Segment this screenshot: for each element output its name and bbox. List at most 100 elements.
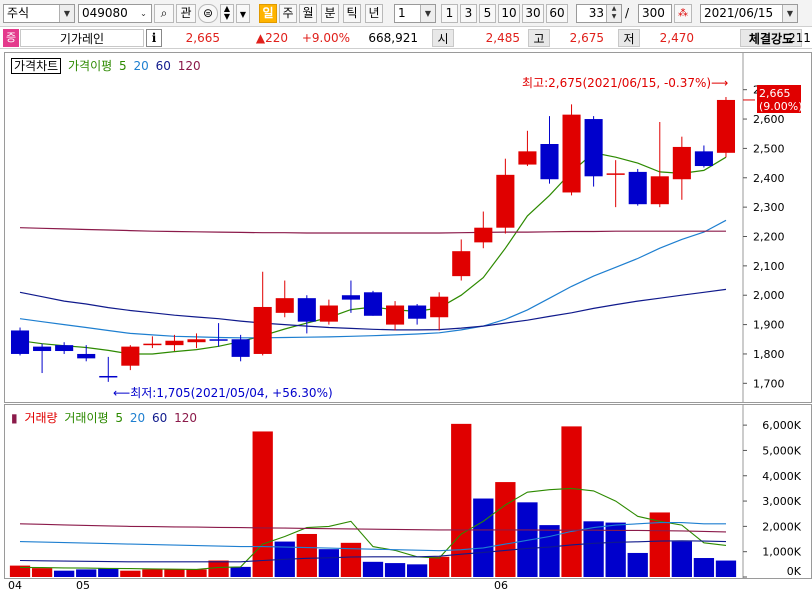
volume-bar	[715, 560, 737, 577]
search-button[interactable]: ⌕	[154, 4, 174, 23]
high-label: 고	[528, 29, 550, 47]
period-day-tab[interactable]: 일	[259, 4, 277, 23]
refresh-button[interactable]: ⁂	[674, 4, 692, 23]
volume-tick-label: 1,000K	[762, 546, 801, 559]
candle-body	[540, 144, 559, 180]
volume-bar	[671, 541, 692, 577]
volume-bar	[693, 558, 715, 577]
period-minute-tab[interactable]: 분	[321, 4, 339, 23]
interval-select[interactable]: 1 ▼	[394, 4, 436, 23]
x-label-may: 05	[76, 579, 90, 592]
volume-bar	[31, 568, 53, 577]
arrow-down-icon[interactable]: ▼	[224, 12, 230, 21]
interval-1-button[interactable]: 1	[441, 4, 458, 23]
volume-bar	[296, 533, 317, 577]
volume-tick-label: 5,000K	[762, 444, 801, 457]
stock-stepper[interactable]: ▲ ▼	[220, 4, 234, 23]
high-price: 2,675	[569, 31, 604, 45]
market-select-value: 주식	[7, 6, 30, 20]
volume-chart-panel[interactable]: ▮ 거래량 거래이평 5 20 60 120 0K 1,000K 2,000K 3,0…	[4, 404, 812, 579]
volume-bar	[429, 556, 450, 577]
period-week-tab[interactable]: 주	[279, 4, 297, 23]
low-price: 2,470	[659, 31, 694, 45]
volume-bar	[473, 498, 494, 577]
candle-body	[716, 99, 736, 153]
trade-volume: 668,921	[368, 31, 418, 45]
volume-tick-label: 3,000K	[762, 495, 801, 508]
candle-body	[253, 306, 272, 354]
date-picker[interactable]: 2021/06/15 ▼	[700, 4, 798, 23]
price-candles[interactable]	[10, 97, 736, 382]
volume-bar	[98, 568, 119, 577]
link-button[interactable]: ⊜	[198, 4, 218, 23]
link-icon: ⊜	[202, 6, 214, 20]
candle-body	[430, 296, 449, 318]
interval-5-button[interactable]: 5	[479, 4, 496, 23]
dropdown-button[interactable]: ▼	[236, 4, 250, 23]
count-total-input[interactable]: 300	[638, 4, 672, 23]
x-label-june: 06	[494, 579, 508, 592]
x-axis: 04 05 06	[0, 579, 812, 595]
market-select[interactable]: 주식 ▼	[3, 4, 75, 23]
candle-body	[275, 298, 294, 313]
volume-bar	[54, 570, 75, 577]
period-tick-tab[interactable]: 틱	[343, 4, 361, 23]
price-change-percent: +9.00%	[301, 31, 350, 45]
price-tick-label: 2,300	[753, 201, 785, 214]
stock-info-button[interactable]: i	[146, 29, 162, 47]
candle-body	[10, 330, 30, 354]
interval-3-button[interactable]: 3	[460, 4, 477, 23]
open-label: 시	[432, 29, 454, 47]
stock-code-value: 049080	[82, 6, 128, 20]
candle-body	[143, 343, 162, 346]
volume-bar	[164, 569, 185, 577]
candle-body	[33, 346, 52, 352]
volume-bar	[76, 569, 97, 577]
chevron-down-icon[interactable]: ▼	[420, 5, 435, 22]
candle-body	[474, 227, 493, 243]
volume-bar	[318, 549, 340, 577]
period-year-tab[interactable]: 년	[365, 4, 383, 23]
interval-10-button[interactable]: 10	[498, 4, 520, 23]
interval-value: 1	[398, 6, 406, 20]
candle-body	[584, 119, 603, 177]
stock-name[interactable]: 기가레인	[20, 29, 144, 47]
count-input[interactable]: 33 ▲ ▼	[576, 4, 622, 23]
interval-60-button[interactable]: 60	[546, 4, 568, 23]
candle-body	[341, 295, 360, 300]
period-month-tab[interactable]: 월	[299, 4, 317, 23]
candle-body	[496, 174, 515, 228]
min-price-annotation: ⟵최저:1,705(2021/05/04, +56.30%)	[113, 386, 333, 400]
count-stepper-icon[interactable]: ▲ ▼	[606, 5, 621, 22]
chevron-down-icon[interactable]: ▼	[782, 5, 797, 22]
volume-chart[interactable]: 0K 1,000K 2,000K 3,000K 4,000K 5,000K 6,000K	[5, 405, 811, 578]
candle-body	[562, 114, 581, 193]
chart-toolbar: 주식 ▼ 049080 ⌄ ⌕ 관 ⊜ ▲ ▼ ▼ 일 주 월 분 틱 년 1 …	[0, 0, 812, 27]
chevron-down-icon[interactable]: ⌄	[136, 5, 151, 22]
candle-body	[694, 151, 713, 167]
candle-body	[231, 339, 250, 357]
stock-code-input[interactable]: 049080 ⌄	[78, 4, 152, 23]
count-separator: /	[625, 6, 630, 20]
candle-body	[606, 173, 625, 175]
chevron-down-icon[interactable]: ▼	[59, 5, 74, 22]
current-price-tag-value: 2,665	[759, 87, 791, 100]
price-tick-label: 1,900	[753, 319, 785, 332]
volume-bar	[208, 560, 229, 577]
volume-bars[interactable]	[9, 423, 737, 577]
candle-body	[209, 339, 228, 341]
volume-tick-label: 0K	[787, 565, 802, 578]
strength-value: 211.8	[788, 31, 812, 45]
price-tick-label: 2,400	[753, 172, 785, 185]
current-price: 2,665	[185, 31, 220, 45]
candle-body	[452, 251, 471, 277]
interval-30-button[interactable]: 30	[522, 4, 544, 23]
price-chart[interactable]: 1,700 1,800 1,900 2,000 2,100 2,200 2,300 2,400…	[5, 53, 811, 402]
price-change: ▲220	[255, 31, 288, 45]
volume-bar	[406, 564, 428, 577]
candle-body	[319, 305, 338, 322]
low-label: 저	[618, 29, 640, 47]
price-chart-panel[interactable]: 가격차트 가격이평 5 20 60 120 1,700 1,800 1,900 2,0…	[4, 52, 812, 403]
market-badge: 증	[3, 29, 19, 47]
watchlist-button[interactable]: 관	[176, 4, 196, 23]
